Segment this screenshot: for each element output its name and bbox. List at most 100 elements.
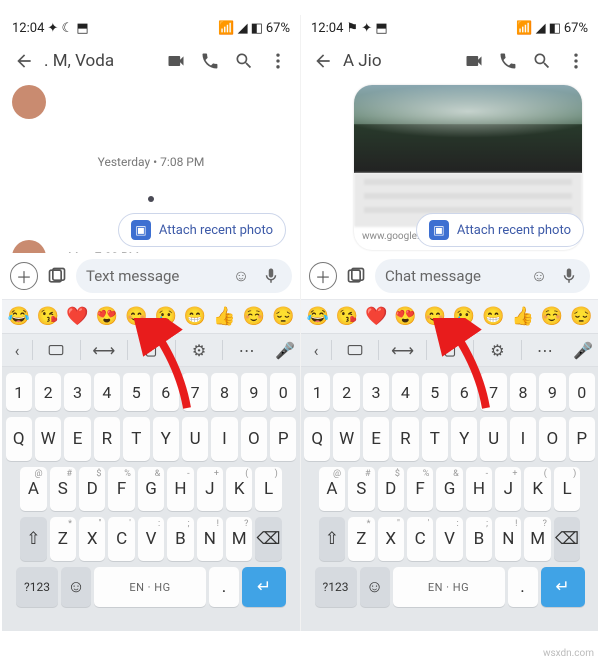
conversation-title[interactable]: A Jio bbox=[343, 51, 454, 71]
emoji[interactable]: 😍 bbox=[394, 306, 416, 327]
key-y[interactable]: Y bbox=[153, 417, 179, 461]
key-l[interactable]: L) bbox=[554, 467, 580, 511]
key-u[interactable]: U bbox=[182, 417, 208, 461]
video-call-button[interactable] bbox=[460, 47, 488, 75]
gallery-button[interactable] bbox=[44, 263, 70, 289]
key-0[interactable]: 0 bbox=[270, 373, 296, 411]
cursor-icon[interactable]: ⟷ bbox=[379, 341, 425, 360]
key-q[interactable]: Q bbox=[6, 417, 32, 461]
call-button[interactable] bbox=[494, 47, 522, 75]
key-1[interactable]: 1 bbox=[304, 373, 330, 411]
emoji[interactable]: 😊 bbox=[125, 306, 147, 327]
emoji[interactable]: 😂 bbox=[306, 306, 328, 327]
key-o[interactable]: O bbox=[241, 417, 267, 461]
key-q[interactable]: Q bbox=[304, 417, 330, 461]
emoji[interactable]: 😔 bbox=[570, 306, 592, 327]
symbols-key[interactable]: ?123 bbox=[16, 567, 58, 607]
key-t[interactable]: T bbox=[123, 417, 149, 461]
more-button[interactable] bbox=[562, 47, 590, 75]
key-k[interactable]: K( bbox=[226, 467, 252, 511]
message-input[interactable]: Text message ☺ bbox=[76, 259, 292, 293]
symbols-key[interactable]: ?123 bbox=[315, 567, 357, 607]
key-c[interactable]: C' bbox=[407, 517, 433, 561]
key-m[interactable]: M? bbox=[524, 517, 550, 561]
shift-key[interactable]: ⇧ bbox=[20, 517, 46, 561]
add-button[interactable]: ＋ bbox=[10, 262, 38, 290]
emoji[interactable]: 👍 bbox=[213, 306, 235, 327]
key-r[interactable]: R bbox=[392, 417, 418, 461]
more-toolbar-icon[interactable]: ⋯ bbox=[223, 341, 270, 360]
attach-photo-button[interactable]: ▣ Attach recent photo bbox=[118, 213, 286, 247]
key-e[interactable]: E bbox=[64, 417, 90, 461]
key-a[interactable]: A@ bbox=[319, 467, 345, 511]
mic-toolbar-icon[interactable]: 🎤 bbox=[568, 341, 598, 360]
call-button[interactable] bbox=[196, 47, 224, 75]
search-button[interactable] bbox=[230, 47, 258, 75]
mic-icon[interactable] bbox=[260, 265, 282, 287]
emoji[interactable]: 😍 bbox=[96, 306, 118, 327]
key-4[interactable]: 4 bbox=[94, 373, 120, 411]
emoji[interactable]: 😁 bbox=[184, 306, 206, 327]
mic-toolbar-icon[interactable]: 🎤 bbox=[270, 341, 300, 360]
backspace-key[interactable]: ⌫ bbox=[554, 517, 580, 561]
key-f[interactable]: F% bbox=[108, 467, 134, 511]
add-button[interactable]: ＋ bbox=[309, 262, 337, 290]
key-j[interactable]: J+ bbox=[197, 467, 223, 511]
emoji[interactable]: ☺️ bbox=[243, 306, 265, 327]
gif-icon[interactable] bbox=[33, 341, 80, 359]
attach-photo-button[interactable]: ▣ Attach recent photo bbox=[416, 213, 584, 247]
key-7[interactable]: 7 bbox=[480, 373, 506, 411]
key-p[interactable]: P bbox=[569, 417, 595, 461]
key-9[interactable]: 9 bbox=[241, 373, 267, 411]
key-x[interactable]: X" bbox=[378, 517, 404, 561]
emoji[interactable]: ☺️ bbox=[541, 306, 563, 327]
key-e[interactable]: E bbox=[363, 417, 389, 461]
key-u[interactable]: U bbox=[480, 417, 506, 461]
key-7[interactable]: 7 bbox=[182, 373, 208, 411]
more-toolbar-icon[interactable]: ⋯ bbox=[522, 341, 568, 360]
emoji[interactable]: ❤️ bbox=[66, 306, 88, 327]
emoji[interactable]: 😘 bbox=[336, 306, 358, 327]
key-n[interactable]: N! bbox=[197, 517, 223, 561]
emoji-key[interactable]: ☺ bbox=[360, 567, 390, 607]
key-8[interactable]: 8 bbox=[510, 373, 536, 411]
cursor-icon[interactable]: ⟷ bbox=[81, 341, 128, 360]
space-key[interactable]: EN · HG bbox=[393, 567, 505, 607]
more-button[interactable] bbox=[264, 47, 292, 75]
conversation-title[interactable]: . M, Voda bbox=[44, 51, 156, 71]
key-o[interactable]: O bbox=[539, 417, 565, 461]
key-5[interactable]: 5 bbox=[123, 373, 149, 411]
emoji[interactable]: 😊 bbox=[424, 306, 446, 327]
key-i[interactable]: I bbox=[510, 417, 536, 461]
key-h[interactable]: H- bbox=[167, 467, 193, 511]
key-z[interactable]: Z* bbox=[50, 517, 76, 561]
key-p[interactable]: P bbox=[270, 417, 296, 461]
key-a[interactable]: A@ bbox=[20, 467, 46, 511]
key-h[interactable]: H- bbox=[466, 467, 492, 511]
emoji[interactable]: 😂 bbox=[7, 306, 29, 327]
key-z[interactable]: Z* bbox=[348, 517, 374, 561]
key-8[interactable]: 8 bbox=[211, 373, 237, 411]
key-0[interactable]: 0 bbox=[569, 373, 595, 411]
emoji-key[interactable]: ☺ bbox=[61, 567, 91, 607]
key-2[interactable]: 2 bbox=[333, 373, 359, 411]
gallery-button[interactable] bbox=[343, 263, 369, 289]
period-key[interactable]: . bbox=[209, 567, 239, 607]
enter-key[interactable]: ↵ bbox=[242, 567, 286, 607]
clipboard-icon[interactable] bbox=[128, 341, 175, 359]
message-input[interactable]: Chat message ☺ bbox=[375, 259, 590, 293]
key-k[interactable]: K( bbox=[524, 467, 550, 511]
emoji[interactable]: 👍 bbox=[512, 306, 534, 327]
emoji[interactable]: 😘 bbox=[37, 306, 59, 327]
shift-key[interactable]: ⇧ bbox=[319, 517, 345, 561]
key-d[interactable]: D$ bbox=[79, 467, 105, 511]
emoji[interactable]: 😁 bbox=[482, 306, 504, 327]
key-n[interactable]: N! bbox=[495, 517, 521, 561]
key-1[interactable]: 1 bbox=[6, 373, 32, 411]
key-b[interactable]: B; bbox=[167, 517, 193, 561]
backspace-key[interactable]: ⌫ bbox=[255, 517, 281, 561]
key-c[interactable]: C' bbox=[108, 517, 134, 561]
key-d[interactable]: D$ bbox=[378, 467, 404, 511]
emoji[interactable]: 😢 bbox=[453, 306, 475, 327]
key-r[interactable]: R bbox=[94, 417, 120, 461]
